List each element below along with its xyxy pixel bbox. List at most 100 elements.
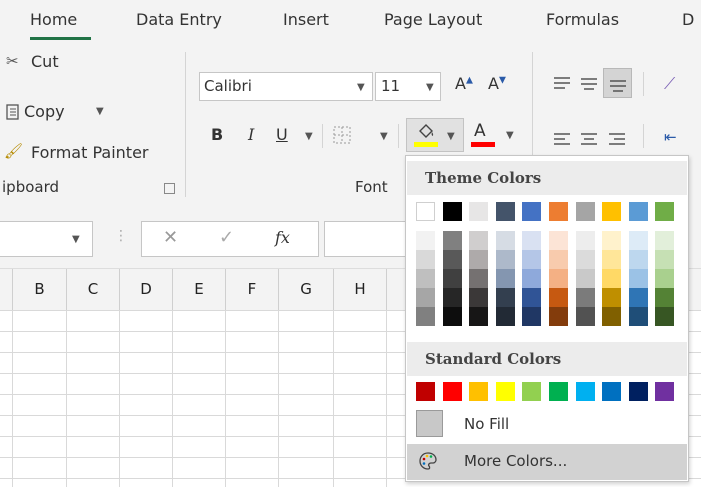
theme-shade-swatch[interactable] [442, 288, 462, 307]
theme-shade-swatch[interactable] [469, 307, 489, 326]
select-all-corner[interactable] [0, 269, 13, 310]
theme-shade-swatch[interactable] [575, 250, 595, 269]
theme-shade-swatch[interactable] [602, 250, 622, 269]
chevron-down-icon[interactable]: ▼ [357, 82, 365, 93]
theme-shade-swatch[interactable] [549, 288, 568, 307]
copy-button[interactable]: Copy ▼ [4, 100, 124, 124]
column-header-c[interactable]: C [67, 269, 120, 310]
cut-button[interactable]: ✂ Cut [6, 50, 176, 72]
column-header-b[interactable]: B [13, 269, 67, 310]
theme-shade-swatch[interactable] [549, 307, 568, 326]
theme-color-swatch[interactable] [628, 202, 648, 221]
align-top-icon[interactable] [553, 75, 571, 94]
theme-color-swatch[interactable] [549, 202, 568, 221]
theme-shade-swatch[interactable] [628, 269, 648, 288]
column-header-h[interactable]: H [334, 269, 387, 310]
theme-shade-swatch[interactable] [549, 269, 568, 288]
borders-icon[interactable] [333, 126, 351, 148]
theme-shade-swatch[interactable] [602, 269, 622, 288]
theme-shade-swatch[interactable] [442, 269, 462, 288]
align-center-icon[interactable] [580, 131, 598, 150]
theme-shade-swatch[interactable] [495, 231, 515, 250]
standard-color-swatch[interactable] [549, 382, 568, 401]
tab-insert[interactable]: Insert [283, 10, 329, 29]
tab-partial[interactable]: D [682, 10, 694, 29]
theme-shade-swatch[interactable] [549, 250, 568, 269]
formula-input[interactable] [324, 221, 416, 257]
chevron-down-icon[interactable]: ▼ [426, 82, 434, 93]
grow-font-button[interactable]: A▲ [455, 74, 473, 93]
copy-dropdown-icon[interactable]: ▼ [96, 106, 104, 117]
tab-formulas[interactable]: Formulas [546, 10, 619, 29]
no-fill-item[interactable]: No Fill [407, 407, 687, 443]
theme-shade-swatch[interactable] [602, 288, 622, 307]
theme-shade-swatch[interactable] [655, 231, 675, 250]
theme-shade-swatch[interactable] [602, 307, 622, 326]
theme-shade-swatch[interactable] [628, 307, 648, 326]
theme-shade-swatch[interactable] [522, 269, 542, 288]
cancel-icon[interactable]: ✕ [163, 227, 178, 248]
standard-color-swatch[interactable] [442, 382, 462, 401]
theme-shade-swatch[interactable] [602, 231, 622, 250]
theme-shade-swatch[interactable] [575, 269, 595, 288]
theme-shade-swatch[interactable] [655, 288, 675, 307]
theme-shade-swatch[interactable] [522, 231, 542, 250]
standard-color-swatch[interactable] [522, 382, 542, 401]
theme-shade-swatch[interactable] [442, 307, 462, 326]
chevron-down-icon[interactable]: ▼ [72, 234, 80, 245]
enter-check-icon[interactable]: ✓ [219, 227, 234, 248]
theme-shade-swatch[interactable] [442, 231, 462, 250]
theme-shade-swatch[interactable] [655, 269, 675, 288]
standard-color-swatch[interactable] [602, 382, 622, 401]
column-header-f[interactable]: F [226, 269, 279, 310]
more-colors-item[interactable]: More Colors... [407, 444, 687, 480]
standard-color-swatch[interactable] [655, 382, 675, 401]
theme-shade-swatch[interactable] [655, 250, 675, 269]
bold-button[interactable]: B [211, 125, 223, 144]
tab-page-layout[interactable]: Page Layout [384, 10, 482, 29]
insert-function-button[interactable]: fx [275, 228, 290, 247]
align-right-icon[interactable] [608, 131, 626, 150]
theme-shade-swatch[interactable] [469, 250, 489, 269]
theme-shade-swatch[interactable] [495, 288, 515, 307]
theme-color-swatch[interactable] [495, 202, 515, 221]
theme-shade-swatch[interactable] [495, 269, 515, 288]
theme-shade-swatch[interactable] [655, 307, 675, 326]
theme-color-swatch[interactable] [522, 202, 542, 221]
underline-button[interactable]: U [276, 125, 288, 144]
theme-shade-swatch[interactable] [416, 250, 435, 269]
theme-shade-swatch[interactable] [495, 250, 515, 269]
theme-shade-swatch[interactable] [416, 231, 435, 250]
theme-shade-swatch[interactable] [522, 307, 542, 326]
theme-shade-swatch[interactable] [575, 288, 595, 307]
theme-shade-swatch[interactable] [416, 307, 435, 326]
column-header-g[interactable]: G [279, 269, 334, 310]
theme-shade-swatch[interactable] [628, 288, 648, 307]
drag-handle-icon[interactable]: ⋮ [114, 228, 128, 244]
theme-shade-swatch[interactable] [575, 307, 595, 326]
theme-shade-swatch[interactable] [495, 307, 515, 326]
name-box[interactable]: ▼ [0, 221, 93, 257]
theme-shade-swatch[interactable] [522, 288, 542, 307]
align-middle-icon[interactable] [580, 75, 598, 94]
standard-color-swatch[interactable] [575, 382, 595, 401]
underline-dropdown-icon[interactable]: ▼ [305, 131, 313, 142]
theme-color-swatch[interactable] [655, 202, 675, 221]
theme-color-swatch[interactable] [575, 202, 595, 221]
standard-color-swatch[interactable] [416, 382, 435, 401]
tab-data-entry[interactable]: Data Entry [136, 10, 222, 29]
standard-color-swatch[interactable] [628, 382, 648, 401]
theme-color-swatch[interactable] [442, 202, 462, 221]
theme-shade-swatch[interactable] [469, 269, 489, 288]
theme-shade-swatch[interactable] [416, 288, 435, 307]
theme-shade-swatch[interactable] [549, 231, 568, 250]
decrease-indent-icon[interactable]: ⇤ [664, 128, 677, 146]
theme-shade-swatch[interactable] [469, 231, 489, 250]
theme-shade-swatch[interactable] [628, 250, 648, 269]
theme-color-swatch[interactable] [416, 202, 435, 221]
column-header-d[interactable]: D [120, 269, 173, 310]
fill-color-button[interactable]: ▼ [406, 118, 464, 152]
theme-shade-swatch[interactable] [469, 288, 489, 307]
standard-color-swatch[interactable] [495, 382, 515, 401]
dialog-launcher-icon[interactable] [164, 183, 175, 194]
